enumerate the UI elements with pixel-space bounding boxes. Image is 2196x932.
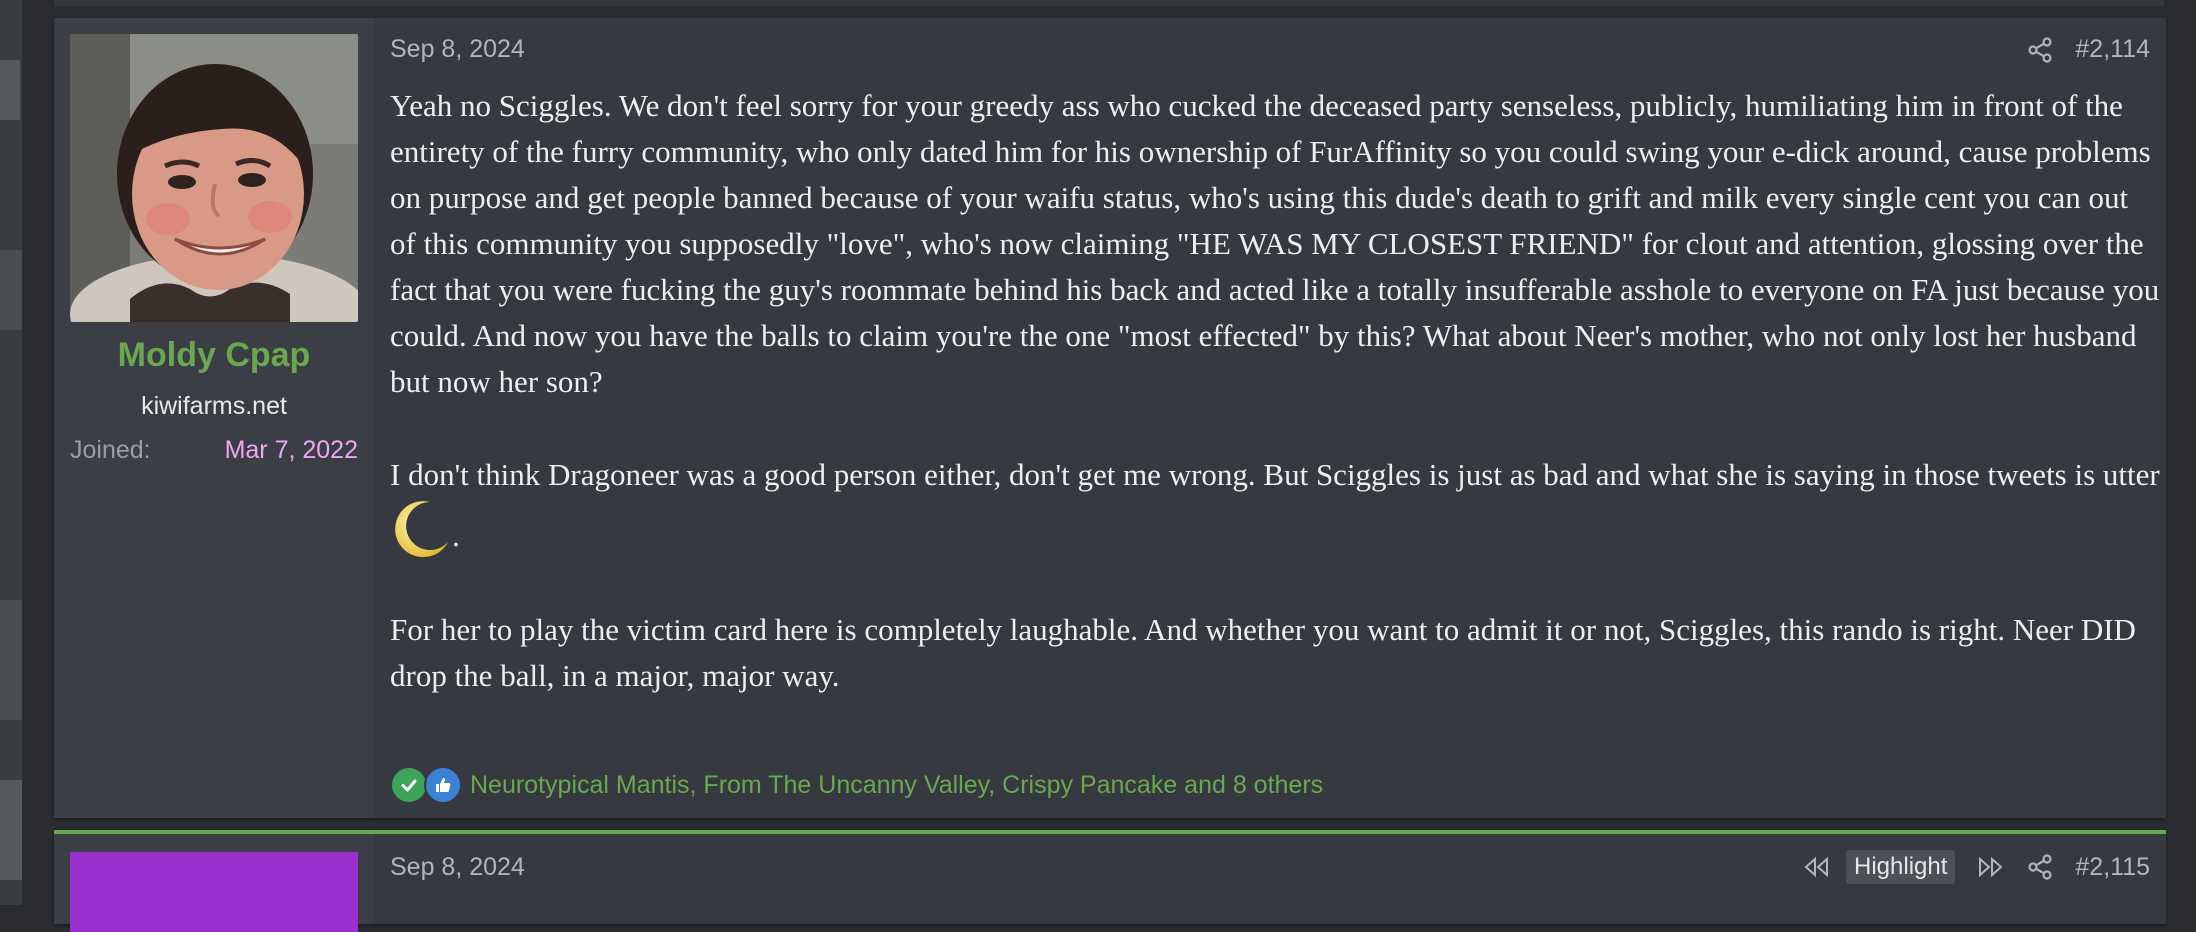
post-number-link[interactable]: #2,114 [2075,35,2150,64]
left-edge-strip [0,0,22,905]
message-paragraph: For her to play the victim card here is … [390,612,2136,693]
rewind-icon[interactable] [1802,855,1830,879]
previous-post-bottom [54,0,2164,7]
post-number-link[interactable]: #2,115 [2075,853,2150,882]
avatar[interactable] [70,34,358,322]
joined-date: Mar 7, 2022 [224,436,358,464]
reaction-icons [390,766,462,804]
post-2115: Sep 8, 2024 Highlight #2,115 [54,830,2166,932]
post-date[interactable]: Sep 8, 2024 [390,35,525,64]
check-reaction-icon [390,766,428,804]
post-date[interactable]: Sep 8, 2024 [390,853,525,882]
fast-forward-icon[interactable] [1977,855,2005,879]
message-paragraph: I don't think Dragoneer was a good perso… [390,452,2160,560]
crescent-moon-icon [390,498,452,560]
joined-row: Joined: Mar 7, 2022 [70,436,358,465]
user-info-column [54,834,374,932]
highlight-button[interactable]: Highlight [1846,850,1956,884]
share-icon[interactable] [2027,854,2053,880]
joined-label: Joined: [70,436,151,464]
user-title: kiwifarms.net [141,392,287,420]
avatar[interactable] [70,852,358,932]
post-tools: Highlight #2,115 [1780,850,2150,884]
reactions-bar[interactable]: Neurotypical Mantis, From The Uncanny Va… [390,766,1323,804]
username[interactable]: Moldy Cpap [54,336,374,375]
user-info-column: Moldy Cpap kiwifarms.net Joined: Mar 7, … [54,18,374,818]
post-message: Yeah no Sciggles. We don't feel sorry fo… [390,83,2160,699]
post-tools: #2,114 [2005,35,2150,64]
share-icon[interactable] [2027,36,2053,63]
message-paragraph: Yeah no Sciggles. We don't feel sorry fo… [390,88,2160,399]
like-reaction-icon [424,766,462,804]
message-text: . [452,518,460,553]
message-text: I don't think Dragoneer was a good perso… [390,457,2160,492]
post-2114: Moldy Cpap kiwifarms.net Joined: Mar 7, … [54,18,2166,818]
reaction-users-text[interactable]: Neurotypical Mantis, From The Uncanny Va… [470,771,1323,800]
